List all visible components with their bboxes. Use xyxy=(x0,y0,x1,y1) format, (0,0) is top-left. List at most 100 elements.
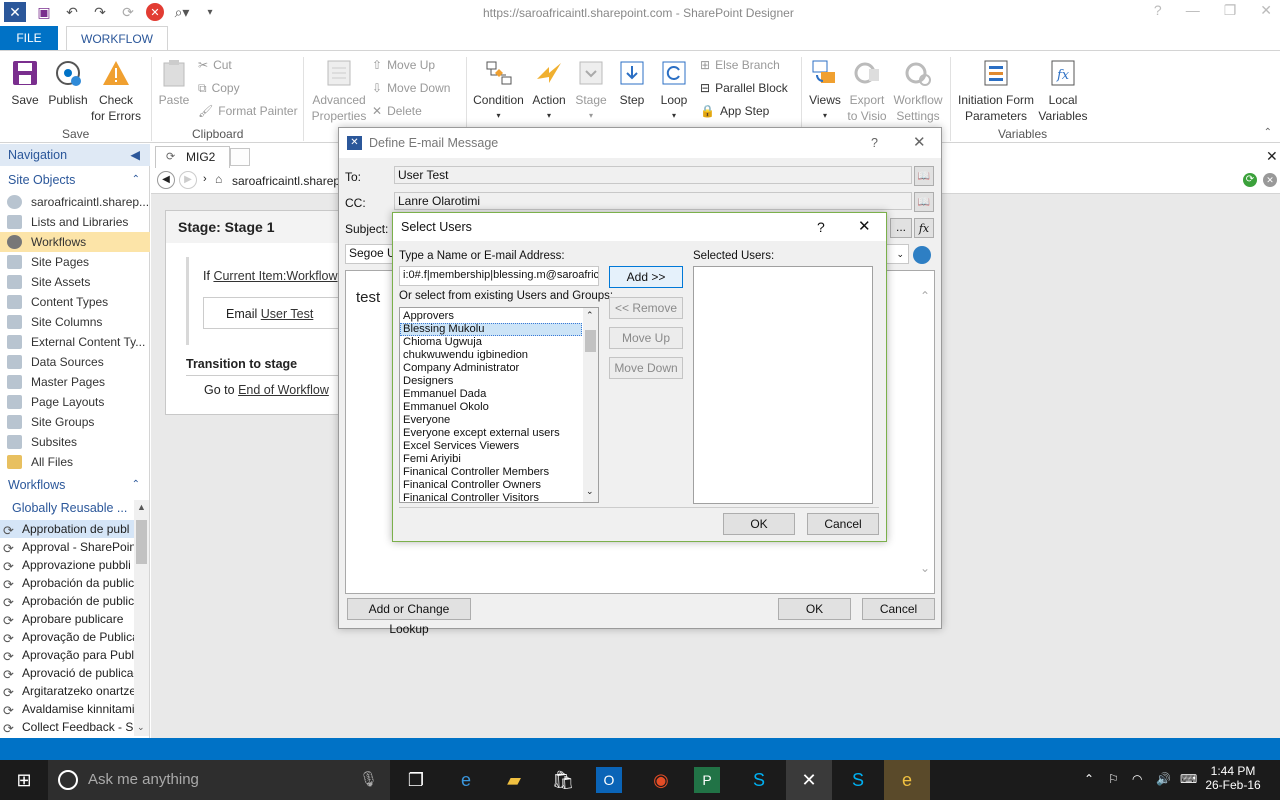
save-icon[interactable]: ▣ xyxy=(34,2,54,22)
redo-icon[interactable]: ↷ xyxy=(90,2,110,22)
stage-button[interactable]: Stage ▾ xyxy=(572,57,610,124)
parallel-block-button[interactable]: ⊟ Parallel Block xyxy=(700,78,788,98)
close-icon[interactable]: ✕ xyxy=(1260,2,1272,19)
nav-item-subsites[interactable]: Subsites xyxy=(0,432,150,452)
close-icon[interactable]: ✕ xyxy=(913,128,926,158)
cut-button[interactable]: ✂ Cut xyxy=(198,55,232,75)
user-list-item[interactable]: Everyone xyxy=(400,414,582,427)
nav-item-external-content-ty[interactable]: External Content Ty... xyxy=(0,332,150,352)
nav-item-site-assets[interactable]: Site Assets xyxy=(0,272,150,292)
stage-title[interactable]: Stage: Stage 1 xyxy=(166,211,344,243)
workflows-header[interactable]: Workflows ⌃ xyxy=(0,474,150,496)
app-step-button[interactable]: 🔒 App Step xyxy=(700,101,769,121)
outlook-icon[interactable]: O xyxy=(596,767,622,793)
action-center-icon[interactable]: ⚐ xyxy=(1108,772,1119,786)
store-icon[interactable]: 🛍 xyxy=(547,764,579,796)
address-book-icon[interactable]: 📖 xyxy=(914,192,934,212)
undo-icon[interactable]: ↶ xyxy=(62,2,82,22)
nav-item-lists-and-libraries[interactable]: Lists and Libraries xyxy=(0,212,150,232)
internet-explorer-icon[interactable]: e xyxy=(884,760,930,800)
preview-icon[interactable]: ⌕▾ xyxy=(172,2,192,22)
publish-button[interactable]: Publish xyxy=(46,57,90,108)
action-button[interactable]: Action ▾ xyxy=(528,57,570,124)
workflow-list-item[interactable]: ⟳ Approbation de publ xyxy=(0,520,134,538)
site-objects-header[interactable]: Site Objects ⌃ xyxy=(0,169,150,191)
stop-icon[interactable]: ✕ xyxy=(146,3,164,21)
minimize-icon[interactable]: — xyxy=(1186,2,1200,19)
user-list-item[interactable]: Excel Services Viewers xyxy=(400,440,582,453)
windows-start-icon[interactable]: ⊞ xyxy=(8,764,40,796)
chevron-up-icon[interactable]: ⌃ xyxy=(132,474,140,496)
close-tab-icon[interactable]: ✕ xyxy=(1266,148,1278,165)
workflow-settings-button[interactable]: Workflow Settings xyxy=(890,57,946,124)
scroll-down-icon[interactable]: ⌄ xyxy=(137,722,145,733)
workflow-list-item[interactable]: ⟳ Aprovació de publicac xyxy=(0,664,134,682)
condition-field-link[interactable]: Current Item:Workflow xyxy=(213,269,337,283)
workflow-list-item[interactable]: ⟳ Avaldamise kinnitamin xyxy=(0,700,134,718)
email-ok-button[interactable]: OK xyxy=(778,598,851,620)
microphone-icon[interactable]: 🎙 xyxy=(359,760,378,800)
nav-scrollbar[interactable]: ▲ ⌄ xyxy=(134,500,149,736)
nav-item-saroafricaintl-sharep[interactable]: saroafricaintl.sharep... xyxy=(0,192,150,212)
list-scrollbar[interactable]: ⌃ ⌄ xyxy=(583,308,598,502)
initiation-form-parameters-button[interactable]: Initiation Form Parameters xyxy=(955,57,1037,124)
chrome-icon[interactable]: ◉ xyxy=(645,764,677,796)
tab-workflow[interactable]: WORKFLOW xyxy=(66,26,168,51)
edge-icon[interactable]: e xyxy=(450,764,482,796)
back-icon[interactable]: ◀ xyxy=(157,171,175,189)
document-tab-mig2[interactable]: ⟳ MIG2 xyxy=(155,146,230,168)
refresh-icon[interactable]: ⟳ xyxy=(118,2,138,22)
views-button[interactable]: Views ▾ xyxy=(806,57,844,124)
help-icon[interactable]: ? xyxy=(871,128,878,158)
skype-business-icon[interactable]: S xyxy=(743,764,775,796)
user-list-item[interactable]: Chioma Ugwuja xyxy=(400,336,582,349)
email-target-link[interactable]: User Test xyxy=(261,307,314,321)
users-groups-list[interactable]: Approvers Blessing Mukolu Chioma Ugwuja chu… xyxy=(399,307,599,503)
goto-target-link[interactable]: End of Workflow xyxy=(238,383,329,397)
nav-item-content-types[interactable]: Content Types xyxy=(0,292,150,312)
workflow-list-item[interactable]: ⟳ Collect Feedback - Sh xyxy=(0,718,134,736)
user-list-item[interactable]: Femi Ariyibi xyxy=(400,453,582,466)
paste-button[interactable]: Paste xyxy=(157,57,191,108)
user-list-item[interactable]: Company Administrator xyxy=(400,362,582,375)
move-up-button[interactable]: ⇧ Move Up xyxy=(372,55,435,75)
skype-icon[interactable]: S xyxy=(842,764,874,796)
workflow-list-item[interactable]: ⟳ Approval - SharePoint xyxy=(0,538,134,556)
cc-field[interactable]: Lanre Olarotimi xyxy=(394,192,912,210)
else-branch-button[interactable]: ⊞ Else Branch xyxy=(700,55,780,75)
format-painter-button[interactable]: 🖌 Format Painter xyxy=(198,101,298,121)
nav-item-master-pages[interactable]: Master Pages xyxy=(0,372,150,392)
workflow-list-item[interactable]: ⟳ Aprovação de Publica xyxy=(0,628,134,646)
name-email-input[interactable]: i:0#.f|membership|blessing.m@saroafric xyxy=(399,266,599,286)
to-field[interactable]: User Test xyxy=(394,166,912,184)
forward-icon[interactable]: ▶ xyxy=(179,171,197,189)
nav-item-workflows[interactable]: Workflows xyxy=(0,232,150,252)
user-list-item[interactable]: Finanical Controller Members xyxy=(400,466,582,479)
move-down-button[interactable]: Move Down xyxy=(609,357,683,379)
check-for-errors-button[interactable]: Check for Errors xyxy=(91,57,141,124)
move-down-button[interactable]: ⇩ Move Down xyxy=(372,78,450,98)
restore-icon[interactable]: ❐ xyxy=(1224,2,1237,19)
copy-button[interactable]: ⧉ Copy xyxy=(198,78,240,98)
nav-item-data-sources[interactable]: Data Sources xyxy=(0,352,150,372)
tab-file[interactable]: FILE xyxy=(0,26,58,50)
workflow-list-item[interactable]: ⟳ Approvazione pubbli xyxy=(0,556,134,574)
workflow-list-item[interactable]: ⟳ Aprobación da public xyxy=(0,574,134,592)
workflow-list-item[interactable]: ⟳ Aprovação para Publi xyxy=(0,646,134,664)
save-button[interactable]: Save xyxy=(8,57,42,108)
select-users-ok-button[interactable]: OK xyxy=(723,513,795,535)
app-logo-icon[interactable]: ✕ xyxy=(4,2,26,22)
user-list-item[interactable]: Finanical Controller Owners xyxy=(400,479,582,492)
user-list-item[interactable]: Finanical Controller Visitors xyxy=(400,492,582,502)
refresh-icon[interactable]: ⟳ xyxy=(1243,173,1257,187)
user-list-item[interactable]: Everyone except external users xyxy=(400,427,582,440)
globe-icon[interactable] xyxy=(913,246,931,264)
breadcrumb-site[interactable]: saroafricaintl.sharep xyxy=(232,174,340,188)
wifi-icon[interactable]: ◠ xyxy=(1132,772,1142,786)
help-icon[interactable]: ? xyxy=(817,213,825,241)
customize-qat-icon[interactable]: ▾ xyxy=(200,2,220,22)
stop-icon[interactable]: ✕ xyxy=(1263,173,1277,187)
new-tab-icon[interactable] xyxy=(230,148,250,166)
collapse-ribbon-icon[interactable]: ⌃ xyxy=(1264,127,1272,138)
nav-item-page-layouts[interactable]: Page Layouts xyxy=(0,392,150,412)
